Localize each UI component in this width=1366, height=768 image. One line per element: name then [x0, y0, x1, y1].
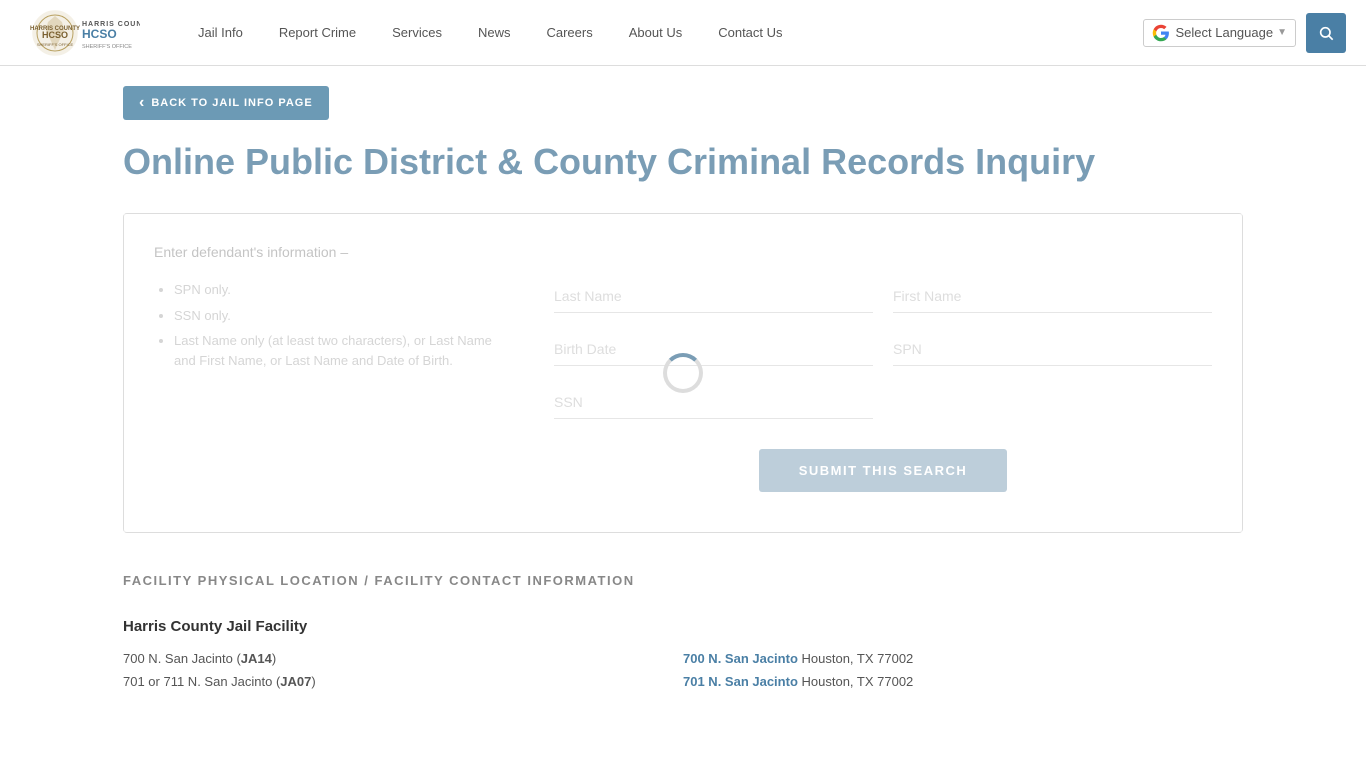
address-code-ja07: JA07	[280, 674, 311, 689]
search-form-card: Enter defendant's information – SPN only…	[123, 213, 1243, 533]
address-left-1: 700 N. San Jacinto (JA14)	[123, 651, 683, 666]
nav-contact-us[interactable]: Contact Us	[700, 0, 800, 66]
address-link-2[interactable]: 701 N. San Jacinto	[683, 674, 798, 689]
facility-name: Harris County Jail Facility	[123, 618, 1243, 635]
address-row-1: 700 N. San Jacinto (JA14) 700 N. San Jac…	[123, 651, 1243, 666]
back-to-jail-info-button[interactable]: BACK TO JAIL INFO PAGE	[123, 86, 329, 120]
nav-news[interactable]: News	[460, 0, 529, 66]
nav-careers[interactable]: Careers	[528, 0, 610, 66]
translate-label: Select Language	[1176, 25, 1274, 40]
address-right-1: 700 N. San Jacinto Houston, TX 77002	[683, 651, 1243, 666]
facility-section: FACILITY PHYSICAL LOCATION / FACILITY CO…	[123, 573, 1243, 689]
nav-jail-info[interactable]: Jail Info	[180, 0, 261, 66]
search-button[interactable]	[1306, 13, 1346, 53]
svg-text:SHERIFF'S OFFICE: SHERIFF'S OFFICE	[37, 42, 74, 47]
nav-about-us[interactable]: About Us	[611, 0, 700, 66]
translate-dropdown-arrow[interactable]: ▼	[1277, 27, 1287, 38]
nav-report-crime[interactable]: Report Crime	[261, 0, 374, 66]
site-header: HARRIS COUNTY HCSO SHERIFF'S OFFICE HARR…	[0, 0, 1366, 66]
site-logo[interactable]: HARRIS COUNTY HCSO SHERIFF'S OFFICE HARR…	[20, 8, 140, 58]
address-city-2: Houston, TX 77002	[798, 674, 913, 689]
address-city-1: Houston, TX 77002	[798, 651, 913, 666]
facility-section-heading: FACILITY PHYSICAL LOCATION / FACILITY CO…	[123, 573, 1243, 588]
logo-area[interactable]: HARRIS COUNTY HCSO SHERIFF'S OFFICE HARR…	[20, 8, 140, 58]
main-content: BACK TO JAIL INFO PAGE Online Public Dis…	[83, 66, 1283, 737]
address-left-1-text: 700 N. San Jacinto (	[123, 651, 241, 666]
loading-spinner	[663, 353, 703, 393]
page-title: Online Public District & County Criminal…	[123, 140, 1243, 183]
nav-services[interactable]: Services	[374, 0, 460, 66]
svg-text:HCSO: HCSO	[82, 27, 117, 41]
address-left-2-close: )	[311, 674, 315, 689]
header-right: Select Language ▼	[1143, 13, 1347, 53]
svg-text:SHERIFF'S OFFICE: SHERIFF'S OFFICE	[82, 44, 132, 50]
address-left-2: 701 or 711 N. San Jacinto (JA07)	[123, 674, 683, 689]
address-code-ja14: JA14	[241, 651, 272, 666]
main-nav: Jail Info Report Crime Services News Car…	[180, 0, 1143, 66]
address-left-1-close: )	[272, 651, 276, 666]
svg-text:HCSO: HCSO	[42, 30, 68, 40]
address-right-2: 701 N. San Jacinto Houston, TX 77002	[683, 674, 1243, 689]
loading-overlay	[124, 214, 1242, 532]
address-row-2: 701 or 711 N. San Jacinto (JA07) 701 N. …	[123, 674, 1243, 689]
address-link-1[interactable]: 700 N. San Jacinto	[683, 651, 798, 666]
language-selector[interactable]: Select Language ▼	[1143, 19, 1297, 47]
address-left-2-text: 701 or 711 N. San Jacinto (	[123, 674, 280, 689]
